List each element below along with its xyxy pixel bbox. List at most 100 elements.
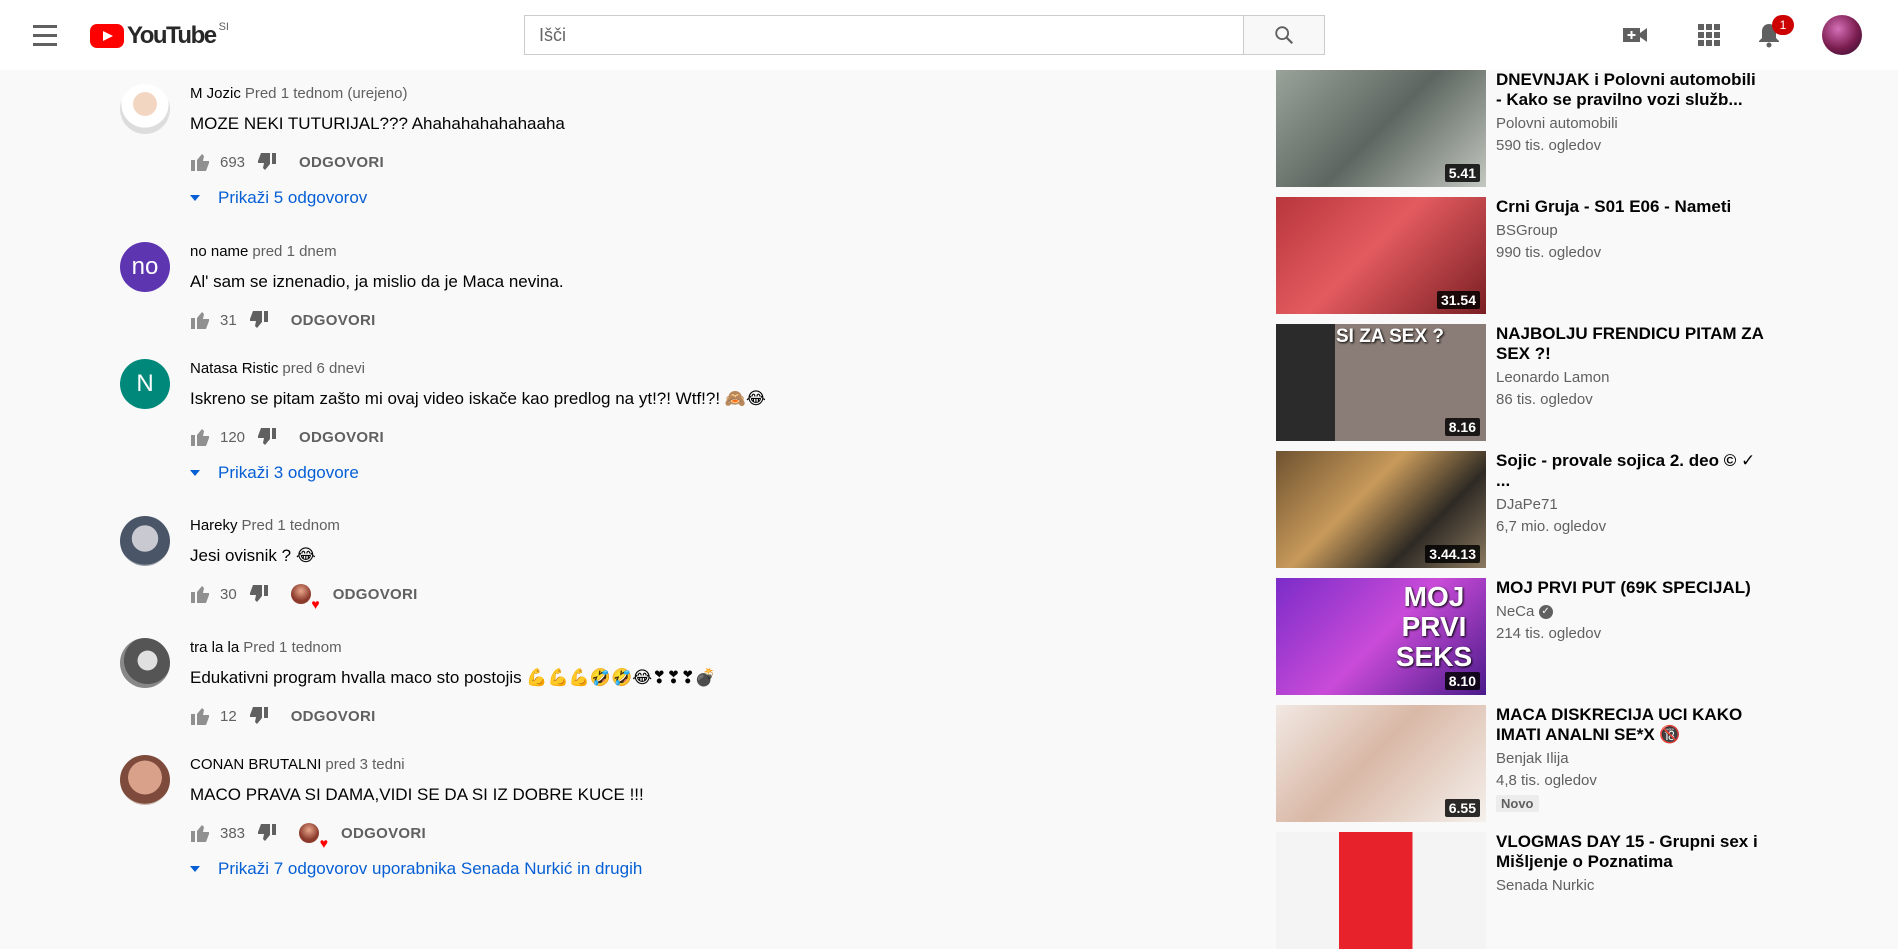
thumb-up-icon[interactable] — [190, 427, 210, 447]
avatar[interactable] — [120, 84, 170, 134]
recommended-video[interactable]: 5.41 DNEVNJAK i Polovni automobili - Kak… — [1276, 70, 1776, 187]
thumb-up-icon[interactable] — [190, 823, 210, 843]
video-title[interactable]: DNEVNJAK i Polovni automobili - Kako se … — [1496, 70, 1766, 110]
reply-button[interactable]: ODGOVORI — [299, 429, 384, 446]
video-title[interactable]: NAJBOLJU FRENDICU PITAM ZA SEX ?! — [1496, 324, 1766, 364]
comment-time[interactable]: pred 1 dnem — [252, 243, 336, 260]
thumb-up-icon[interactable] — [190, 310, 210, 330]
like-count: 383 — [220, 824, 246, 842]
video-channel[interactable]: Leonardo Lamon — [1496, 367, 1766, 389]
avatar[interactable] — [120, 638, 170, 688]
video-title[interactable]: MOJ PRVI PUT (69K SPECIJAL) — [1496, 578, 1766, 598]
thumb-down-icon[interactable] — [249, 706, 269, 726]
apps-button[interactable] — [1692, 18, 1726, 52]
thumb-down-icon[interactable] — [257, 823, 277, 843]
search-icon — [1275, 26, 1294, 45]
creator-heart-icon — [299, 823, 328, 851]
video-views: 6,7 mio. ogledov — [1496, 518, 1607, 535]
video-thumbnail[interactable]: 3.44.13 — [1276, 451, 1486, 568]
video-camera-icon — [1623, 28, 1647, 42]
video-channel[interactable]: Benjak Ilija — [1496, 748, 1766, 770]
video-channel[interactable]: DJaPe71 — [1496, 494, 1766, 516]
video-title[interactable]: VLOGMAS DAY 15 - Grupni sex i Mišljenje … — [1496, 832, 1766, 872]
video-views: 214 tis. ogledov — [1496, 625, 1602, 642]
thumb-up-icon[interactable] — [190, 152, 210, 172]
thumb-down-icon[interactable] — [257, 427, 277, 447]
comment-time[interactable]: pred 6 dnevi — [282, 360, 365, 377]
recommended-video[interactable]: 31.54 Crni Gruja - S01 E06 - Nameti BSGr… — [1276, 197, 1776, 314]
video-duration: 31.54 — [1436, 291, 1480, 309]
video-channel[interactable]: NeCa ✓ — [1496, 601, 1766, 623]
video-thumbnail[interactable]: 31.54 — [1276, 197, 1486, 314]
search-button[interactable] — [1243, 15, 1325, 55]
search-input[interactable]: Išči — [524, 15, 1244, 55]
like-count: 693 — [220, 153, 246, 171]
thumbnail-text: SI ZA SEX ? — [1336, 326, 1445, 347]
thumb-down-icon[interactable] — [249, 584, 269, 604]
comment-time[interactable]: Pred 1 tednom — [243, 639, 341, 656]
video-title[interactable]: Crni Gruja - S01 E06 - Nameti — [1496, 197, 1766, 217]
comment-text: Iskreno se pitam zašto mi ovaj video isk… — [190, 389, 766, 408]
avatar[interactable] — [120, 755, 170, 805]
comment-text: MOZE NEKI TUTURIJAL??? Ahahahahahahaaha — [190, 114, 565, 133]
avatar[interactable]: N — [120, 359, 170, 409]
video-channel[interactable]: Senada Nurkic — [1496, 875, 1766, 897]
comment-time[interactable]: Pred 1 tednom (urejeno) — [245, 85, 408, 102]
thumb-up-icon[interactable] — [190, 584, 210, 604]
account-avatar[interactable] — [1822, 15, 1862, 55]
recommended-video[interactable]: VLOGMAS DAY 15 - Grupni sex i Mišljenje … — [1276, 832, 1776, 949]
recommended-video[interactable]: SI ZA SEX ? 8.16 NAJBOLJU FRENDICU PITAM… — [1276, 324, 1776, 441]
comment-author[interactable]: no name — [190, 243, 248, 260]
comment-author[interactable]: CONAN BRUTALNI — [190, 756, 321, 773]
view-replies-button[interactable]: Prikaži 3 odgovore — [190, 463, 1190, 483]
comment-author[interactable]: tra la la — [190, 639, 239, 656]
comment-author[interactable]: Hareky — [190, 517, 238, 534]
video-duration: 3.44.13 — [1425, 545, 1480, 563]
comment-author[interactable]: M Jozic — [190, 85, 241, 102]
avatar[interactable] — [120, 516, 170, 566]
view-replies-button[interactable]: Prikaži 5 odgovorov — [190, 188, 1190, 208]
menu-icon[interactable] — [28, 20, 62, 50]
view-replies-label: Prikaži 3 odgovore — [218, 463, 359, 482]
reply-button[interactable]: ODGOVORI — [299, 154, 384, 171]
channel-name: NeCa — [1496, 603, 1535, 620]
reply-button[interactable]: ODGOVORI — [291, 312, 376, 329]
video-title[interactable]: MACA DISKRECIJA UCI KAKO IMATI ANALNI SE… — [1496, 705, 1766, 745]
reply-button[interactable]: ODGOVORI — [333, 586, 418, 603]
thumb-up-icon[interactable] — [190, 706, 210, 726]
video-thumbnail[interactable] — [1276, 832, 1486, 949]
thumbnail-text: MOJ PRVI SEKS — [1395, 581, 1473, 672]
thumb-down-icon[interactable] — [249, 310, 269, 330]
thumb-down-icon[interactable] — [257, 152, 277, 172]
like-count: 120 — [220, 428, 246, 446]
video-channel[interactable]: Polovni automobili — [1496, 113, 1766, 135]
chevron-down-icon — [190, 195, 200, 201]
video-channel[interactable]: BSGroup — [1496, 220, 1766, 242]
video-views: 990 tis. ogledov — [1496, 244, 1602, 261]
search-placeholder: Išči — [539, 24, 566, 45]
video-thumbnail[interactable]: 6.55 — [1276, 705, 1486, 822]
like-count: 12 — [220, 707, 237, 725]
avatar[interactable]: no — [120, 242, 170, 292]
comment-text: Al' sam se iznenadio, ja mislio da je Ma… — [190, 272, 564, 291]
comment-author[interactable]: Natasa Ristic — [190, 360, 278, 377]
video-views: 4,8 tis. ogledov — [1496, 772, 1597, 789]
video-title[interactable]: Sojic - provale sojica 2. deo © ✓ ... — [1496, 451, 1766, 491]
comment-time[interactable]: pred 3 tedni — [325, 756, 404, 773]
recommended-video[interactable]: MOJ PRVI SEKS 8.10 MOJ PRVI PUT (69K SPE… — [1276, 578, 1776, 695]
comment-time[interactable]: Pred 1 tednom — [242, 517, 340, 534]
view-replies-button[interactable]: Prikaži 7 odgovorov uporabnika Senada Nu… — [190, 859, 1190, 879]
new-badge: Novo — [1496, 795, 1539, 812]
reply-button[interactable]: ODGOVORI — [341, 825, 426, 842]
video-thumbnail[interactable]: SI ZA SEX ? 8.16 — [1276, 324, 1486, 441]
video-views: 86 tis. ogledov — [1496, 391, 1593, 408]
recommended-video[interactable]: 3.44.13 Sojic - provale sojica 2. deo © … — [1276, 451, 1776, 568]
youtube-logo[interactable]: YouTube SI — [90, 21, 229, 50]
chevron-down-icon — [190, 866, 200, 872]
create-video-button[interactable] — [1618, 18, 1652, 52]
recommended-video[interactable]: 6.55 MACA DISKRECIJA UCI KAKO IMATI ANAL… — [1276, 705, 1776, 822]
video-thumbnail[interactable]: 5.41 — [1276, 70, 1486, 187]
video-thumbnail[interactable]: MOJ PRVI SEKS 8.10 — [1276, 578, 1486, 695]
avatar-letter: no — [131, 253, 159, 280]
reply-button[interactable]: ODGOVORI — [291, 708, 376, 725]
